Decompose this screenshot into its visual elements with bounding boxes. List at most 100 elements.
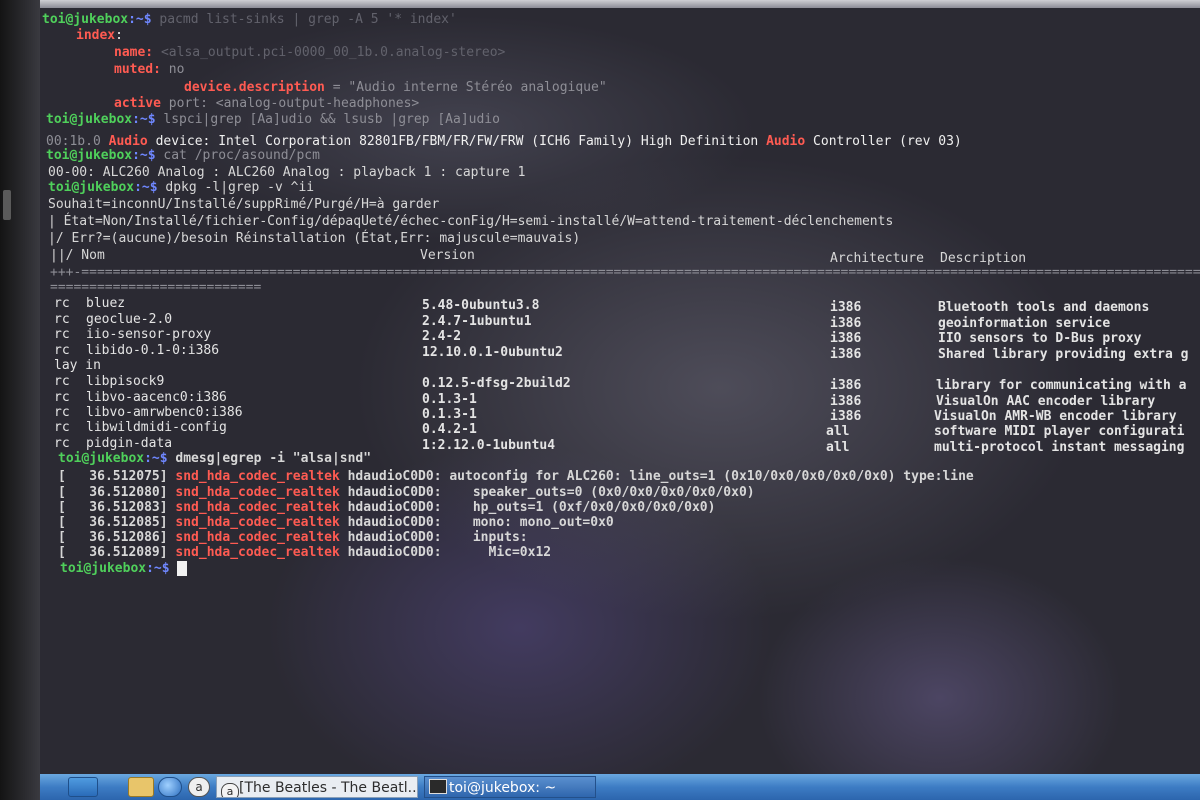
prompt-user-host: toi@jukebox: [58, 451, 145, 466]
package-description: Bluetooth tools and daemons: [938, 300, 1150, 315]
package-status: rc: [54, 390, 70, 405]
package-name: pidgin-data: [86, 436, 173, 451]
package-name: libvo-amrwbenc0:i386: [86, 405, 243, 420]
package-status: rc: [54, 312, 70, 327]
command-text: lspci|grep [Aa]udio && lsusb |grep [Aa]u…: [155, 112, 500, 127]
package-description: multi-protocol instant messaging: [934, 440, 1185, 455]
browser-icon[interactable]: [158, 777, 182, 797]
terminal-line-name: name: <alsa_output.pci-0000_00_1b.0.anal…: [114, 45, 505, 60]
dmesg-message: Mic=0x12: [441, 545, 552, 560]
prompt-user-host: toi@jukebox: [60, 561, 147, 576]
terminal-line-prompt-cat: toi@jukebox:~$ cat /proc/asound/pcm: [46, 148, 320, 163]
audio-highlight: Audio: [108, 134, 148, 149]
prompt-user-host: toi@jukebox: [46, 112, 133, 127]
command-text: dpkg -l|grep -v ^ii: [157, 180, 315, 195]
dmesg-line: [ 36.512086] snd_hda_codec_realtek hdaud…: [58, 530, 528, 545]
dmesg-device: hdaudioC0D0:: [347, 469, 442, 484]
package-name: libido-0.1-0:i386: [86, 343, 220, 358]
name-key: name:: [114, 45, 154, 60]
dmesg-device: hdaudioC0D0:: [347, 545, 442, 560]
active-value: port: <analog-output-headphones>: [168, 96, 420, 111]
dmesg-module: snd_hda_codec_realtek: [175, 515, 340, 530]
terminal-window[interactable]: toi@jukebox:~$ pacmd list-sinks | grep -…: [40, 8, 1200, 774]
package-name: iio-sensor-proxy: [86, 327, 212, 342]
package-description: IIO sensors to D-Bus proxy: [938, 331, 1142, 346]
package-arch: i386: [830, 409, 862, 424]
package-name: bluez: [86, 296, 126, 311]
package-description: geoinformation service: [938, 316, 1111, 331]
package-version: 1:2.12.0-1ubuntu4: [422, 438, 556, 453]
terminal-icon: [429, 779, 447, 794]
dpkg-column-version-header: Version: [420, 248, 475, 263]
taskbar-task-audio-player[interactable]: a [The Beatles - The Beatl...: [216, 776, 418, 798]
muted-value: no: [168, 62, 185, 77]
audio-highlight: Audio: [766, 134, 806, 149]
dmesg-timestamp: [ 36.512075]: [58, 469, 168, 484]
package-arch: i386: [830, 316, 862, 331]
terminal-line-prompt-dmesg: toi@jukebox:~$ dmesg|egrep -i "alsa|snd": [58, 451, 371, 466]
description-value: = "Audio interne Stéréo analogique": [332, 80, 607, 95]
audio-player-icon: a: [221, 783, 239, 797]
files-icon[interactable]: [128, 777, 154, 797]
dpkg-column-description-header: Description: [940, 251, 1027, 266]
prompt-user-host: toi@jukebox: [42, 12, 129, 27]
dmesg-line: [ 36.512085] snd_hda_codec_realtek hdaud…: [58, 515, 614, 530]
package-version: 2.4-2: [422, 329, 462, 344]
prompt-path: :~$: [134, 180, 158, 195]
dmesg-line: [ 36.512080] snd_hda_codec_realtek hdaud…: [58, 485, 755, 500]
package-description: library for communicating with a: [936, 378, 1187, 393]
dmesg-message: hp_outs=1 (0xf/0x0/0x0/0x0/0x0): [441, 500, 716, 515]
prompt-path: :~$: [128, 12, 152, 27]
dpkg-column-arch-header: Architecture: [830, 251, 924, 266]
package-version: 2.4.7-1ubuntu1: [422, 314, 532, 329]
menu-icon[interactable]: [68, 777, 98, 797]
dmesg-device: hdaudioC0D0:: [347, 485, 442, 500]
command-text: cat /proc/asound/pcm: [155, 148, 320, 163]
package-status: rc: [54, 405, 70, 420]
package-name: libpisock9: [86, 374, 165, 389]
prompt-path: :~$: [132, 148, 156, 163]
dmesg-device: hdaudioC0D0:: [347, 530, 442, 545]
package-description: Shared library providing extra g: [938, 347, 1189, 362]
dpkg-header-state: | État=Non/Installé/fichier-Config/dépaq…: [48, 214, 894, 229]
dmesg-message: speaker_outs=0 (0x0/0x0/0x0/0x0/0x0): [441, 485, 755, 500]
terminal-line-index: index:: [76, 28, 123, 43]
package-name: libvo-aacenc0:i386: [86, 390, 227, 405]
terminal-line-prompt-lspci: toi@jukebox:~$ lspci|grep [Aa]udio && ls…: [46, 112, 500, 127]
name-value: <alsa_output.pci-0000_00_1b.0.analog-ste…: [160, 45, 506, 60]
dmesg-timestamp: [ 36.512089]: [58, 545, 168, 560]
monitor-bezel-top: [0, 0, 1200, 8]
terminal-line-current-prompt[interactable]: toi@jukebox:~$: [60, 561, 188, 576]
package-description: software MIDI player configurati: [934, 424, 1185, 439]
command-text: pacmd list-sinks | grep -A 5 '* index': [151, 12, 457, 27]
monitor-bezel-left: [0, 0, 40, 800]
terminal-line-lspci-output: 00:1b.0 Audio device: Intel Corporation …: [46, 134, 962, 149]
taskbar: a a [The Beatles - The Beatl... toi@jukeb…: [40, 774, 1200, 800]
taskbar-task-label: toi@jukebox: ~: [449, 780, 557, 796]
package-arch: i386: [830, 394, 862, 409]
package-status: rc: [54, 374, 70, 389]
prompt-path: :~$: [132, 112, 156, 127]
muted-key: muted:: [114, 62, 161, 77]
package-version: 0.1.3-1: [422, 407, 477, 422]
package-arch: i386: [830, 300, 862, 315]
package-status: rc: [54, 296, 70, 311]
package-arch: i386: [830, 347, 862, 362]
description-key: device.description: [184, 80, 325, 95]
taskbar-task-terminal[interactable]: toi@jukebox: ~: [424, 776, 596, 798]
command-text: dmesg|egrep -i "alsa|snd": [167, 451, 372, 466]
dmesg-timestamp: [ 36.512083]: [58, 500, 168, 515]
package-name: libwildmidi-config: [86, 420, 227, 435]
audio-player-icon[interactable]: a: [188, 777, 210, 797]
dpkg-header-wish: Souhait=inconnU/Installé/suppRimé/Purgé/…: [48, 197, 440, 212]
package-arch: i386: [830, 378, 862, 393]
dpkg-header-error: |/ Err?=(aucune)/besoin Réinstallation (…: [48, 231, 581, 246]
dmesg-line: [ 36.512089] snd_hda_codec_realtek hdaud…: [58, 545, 551, 560]
dmesg-line: [ 36.512083] snd_hda_codec_realtek hdaud…: [58, 500, 715, 515]
dmesg-module: snd_hda_codec_realtek: [175, 485, 340, 500]
package-description: VisualOn AAC encoder library: [936, 394, 1156, 409]
dmesg-timestamp: [ 36.512086]: [58, 530, 168, 545]
dpkg-separator-wrap: ===========================: [50, 280, 262, 295]
terminal-line-prompt-pacmd: toi@jukebox:~$ pacmd list-sinks | grep -…: [42, 12, 457, 27]
package-description: VisualOn AMR-WB encoder library: [934, 409, 1177, 424]
